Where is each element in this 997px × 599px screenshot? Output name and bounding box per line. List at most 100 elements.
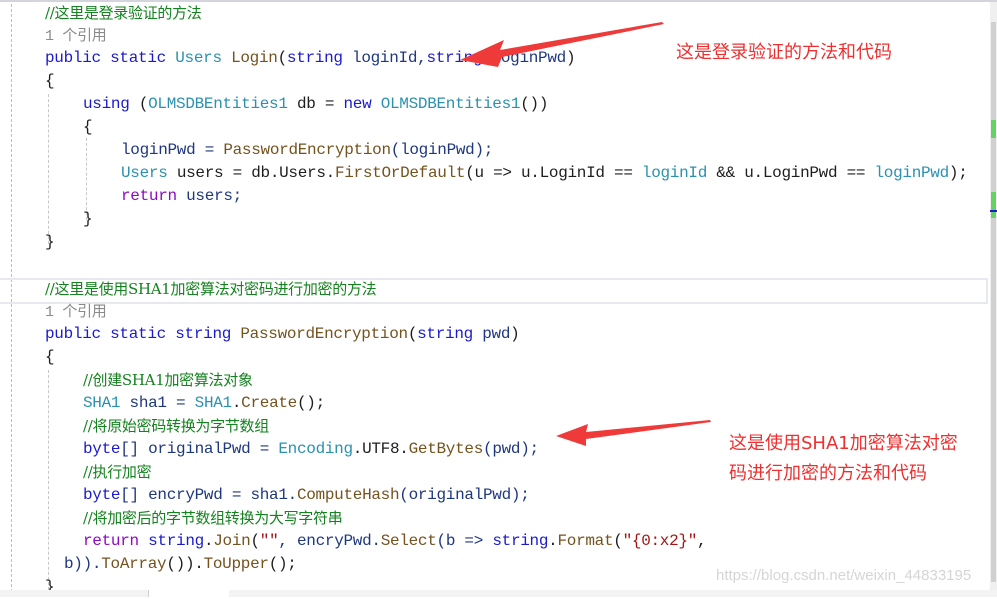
method-name: ComputeHash bbox=[296, 486, 400, 504]
code-text: (u => u.LoginId == bbox=[465, 164, 642, 182]
keyword: string bbox=[492, 532, 549, 550]
keyword: byte bbox=[83, 486, 121, 504]
comment: //将加密后的字节数组转换为大写字符串 bbox=[83, 509, 343, 527]
code-line[interactable]: //执行加密 bbox=[83, 461, 152, 484]
keyword: return bbox=[121, 187, 177, 205]
code-text: (originalPwd); bbox=[399, 486, 530, 504]
keyword: public bbox=[45, 325, 101, 343]
code-text: loginPwd = bbox=[121, 141, 224, 159]
keyword: new bbox=[343, 95, 372, 113]
arrow-shape bbox=[460, 22, 664, 67]
code-line[interactable]: byte[] originalPwd = Encoding.UTF8.GetBy… bbox=[83, 438, 539, 461]
comment: //这里是登录验证的方法 bbox=[45, 4, 202, 22]
code-line[interactable]: byte[] encryPwd = sha1.ComputeHash(origi… bbox=[83, 484, 530, 507]
caret-marker bbox=[990, 210, 997, 212]
annotation-arrow-2 bbox=[556, 420, 711, 446]
punct: ) bbox=[510, 325, 520, 343]
parameter: pwd bbox=[472, 325, 511, 343]
vertical-scrollbar[interactable] bbox=[990, 2, 997, 592]
parameter: loginId bbox=[641, 164, 708, 182]
keyword: byte bbox=[83, 440, 121, 458]
code-text: (); bbox=[268, 555, 297, 573]
code-line[interactable]: { bbox=[45, 346, 55, 369]
method-name: Join bbox=[213, 532, 251, 550]
code-text: b)). bbox=[64, 555, 102, 573]
keyword: static bbox=[110, 325, 166, 343]
code-line[interactable]: //创建SHA1加密算法对象 bbox=[83, 369, 253, 392]
annotation-note-2-line-2: 码进行加密的方法和代码 bbox=[729, 463, 927, 484]
type-name: Users bbox=[175, 49, 222, 67]
keyword: public bbox=[45, 49, 101, 67]
code-line[interactable]: return string.Join("", encryPwd.Select(b… bbox=[83, 530, 707, 553]
code-line[interactable]: public static string PasswordEncryption(… bbox=[45, 323, 520, 346]
code-line[interactable]: //这里是使用SHA1加密算法对密码进行加密的方法 bbox=[45, 278, 377, 301]
punct: . bbox=[231, 394, 242, 412]
method-name: Login bbox=[231, 49, 278, 67]
code-line[interactable]: { bbox=[83, 116, 93, 139]
keyword: string bbox=[286, 49, 343, 67]
code-line[interactable]: return users; bbox=[121, 185, 242, 208]
code-line[interactable]: using (OLMSDBEntities1 db = new OLMSDBEn… bbox=[83, 93, 548, 116]
code-line[interactable]: SHA1 sha1 = SHA1.Create(); bbox=[83, 392, 325, 415]
codelens-references[interactable]: 1 个引用 bbox=[45, 25, 107, 48]
punct: (); bbox=[296, 394, 325, 412]
method-name: FirstOrDefault bbox=[334, 164, 466, 182]
keyword: return bbox=[83, 532, 139, 550]
punct: ( bbox=[129, 95, 149, 113]
comment: //执行加密 bbox=[83, 463, 152, 481]
reference-count-link[interactable]: 1 个引用 bbox=[45, 28, 107, 45]
code-text: sha1 = bbox=[120, 394, 195, 412]
code-text: (b => bbox=[436, 532, 493, 550]
change-marker bbox=[991, 120, 996, 138]
code-text: ); bbox=[948, 164, 968, 182]
code-text: (loginPwd); bbox=[390, 141, 494, 159]
string-literal: "" bbox=[259, 532, 279, 550]
punct: ()) bbox=[520, 95, 549, 113]
code-line[interactable]: //这里是登录验证的方法 bbox=[45, 2, 202, 25]
annotation-note-2-line-1: 这是使用SHA1加密算法对密 bbox=[729, 433, 958, 454]
status-tab bbox=[148, 590, 229, 597]
comment: //将原始密码转换为字节数组 bbox=[83, 417, 269, 435]
code-line[interactable]: } bbox=[83, 208, 93, 231]
indent-guide bbox=[48, 370, 49, 590]
code-line[interactable]: } bbox=[45, 231, 55, 254]
code-text: users = db.Users. bbox=[167, 164, 335, 182]
method-name: Format bbox=[557, 532, 614, 550]
type-name: OLMSDBEntities1 bbox=[148, 95, 288, 113]
type-name: SHA1 bbox=[194, 394, 233, 412]
parameter: loginPwd bbox=[874, 164, 949, 182]
punct: , bbox=[697, 532, 707, 550]
parameter: loginId, bbox=[342, 49, 427, 67]
code-editor[interactable]: //这里是登录验证的方法 1 个引用 public static Users L… bbox=[0, 2, 990, 596]
code-line[interactable]: Users users = db.Users.FirstOrDefault(u … bbox=[121, 162, 968, 185]
type-name: Users bbox=[121, 164, 168, 182]
punct: ( bbox=[250, 532, 260, 550]
code-line[interactable]: //将加密后的字节数组转换为大写字符串 bbox=[83, 507, 343, 530]
code-line[interactable]: b)).ToArray()).ToUpper(); bbox=[64, 553, 297, 576]
method-name: ToArray bbox=[101, 555, 167, 573]
comment: //这里是使用SHA1加密算法对密码进行加密的方法 bbox=[45, 280, 377, 298]
punct: ( bbox=[277, 49, 288, 67]
brace: { bbox=[45, 348, 55, 366]
punct: ( bbox=[407, 325, 418, 343]
keyword: string bbox=[148, 532, 204, 550]
code-text: && u.LoginPwd == bbox=[707, 164, 875, 182]
method-name: Select bbox=[380, 532, 437, 550]
brace: { bbox=[83, 118, 93, 136]
brace: } bbox=[83, 210, 93, 228]
code-line[interactable]: //将原始密码转换为字节数组 bbox=[83, 415, 269, 438]
string-literal: "{0:x2}" bbox=[622, 532, 698, 550]
codelens-references[interactable]: 1 个引用 bbox=[45, 301, 107, 324]
scrollbar-thumb[interactable] bbox=[991, 22, 996, 582]
keyword: string bbox=[417, 325, 473, 343]
brace: } bbox=[45, 233, 55, 251]
arrow-shape bbox=[556, 420, 711, 446]
code-line[interactable]: { bbox=[45, 70, 55, 93]
code-text: .UTF8. bbox=[352, 440, 409, 458]
punct: ( bbox=[613, 532, 623, 550]
keyword: static bbox=[110, 49, 166, 67]
code-text: , encryPwd. bbox=[278, 532, 381, 550]
reference-count-link[interactable]: 1 个引用 bbox=[45, 304, 107, 321]
indent-guide bbox=[48, 94, 49, 244]
code-line[interactable]: loginPwd = PasswordEncryption(loginPwd); bbox=[121, 139, 493, 162]
